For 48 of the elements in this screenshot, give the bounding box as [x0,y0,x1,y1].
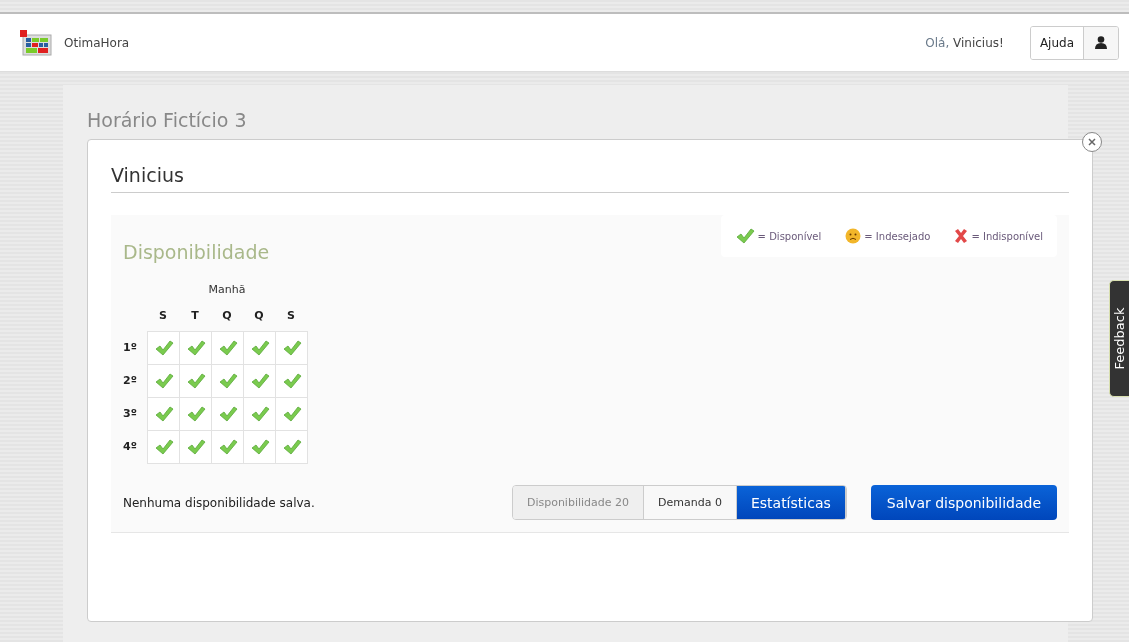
slot-cell[interactable] [147,430,180,464]
page-title: Horário Fictício 3 [87,109,248,131]
slot-cell[interactable] [179,430,212,464]
slot-cell[interactable] [211,364,244,398]
logo-icon [20,29,52,56]
feedback-tab[interactable]: Feedback [1109,280,1129,397]
slot-cell[interactable] [147,331,180,365]
slot-cell[interactable] [147,397,180,431]
slot-cell[interactable] [275,430,308,464]
user-icon [1095,36,1107,49]
slot-cell[interactable] [179,397,212,431]
row-label: 2º [123,374,138,387]
slot-cell[interactable] [243,364,276,398]
row-label: 3º [123,407,138,420]
slot-cell[interactable] [179,331,212,365]
slot-cell[interactable] [243,331,276,365]
user-button[interactable] [1084,26,1118,59]
slot-cell[interactable] [179,364,212,398]
save-button[interactable]: Salvar disponibilidade [870,485,1057,520]
modal-title: Vinicius [111,164,1069,193]
day-header: Q [253,309,265,324]
period-label: Manhã [207,283,247,298]
slot-cell[interactable] [275,364,308,398]
close-button[interactable] [1082,132,1102,152]
day-header: T [190,309,200,324]
legend-label: = Indisponível [971,230,1043,242]
slot-cell[interactable] [275,397,308,431]
slot-cell[interactable] [211,430,244,464]
row-label: 4º [123,440,138,453]
slot-cell[interactable] [211,397,244,431]
status-message: Nenhuma disponibilidade salva. [123,495,316,510]
slot-cell[interactable] [243,430,276,464]
day-header: S [286,309,296,324]
help-button[interactable]: Ajuda [1030,26,1084,59]
day-header: S [158,309,168,324]
day-header: Q [221,309,233,324]
legend-label: = Disponível [757,230,822,242]
section-title: Disponibilidade [123,241,270,263]
greeting: Olá, Vinicius! [925,35,1004,50]
slot-cell[interactable] [211,331,244,365]
stats-tab[interactable]: Estatísticas [736,486,846,519]
brand-name: OtimaHora [64,35,130,50]
slot-cell[interactable] [275,331,308,365]
row-label: 1º [123,341,138,354]
legend-label: = Indesejado [864,230,931,242]
close-icon [1088,138,1096,146]
slot-cell[interactable] [243,397,276,431]
slot-cell[interactable] [147,364,180,398]
